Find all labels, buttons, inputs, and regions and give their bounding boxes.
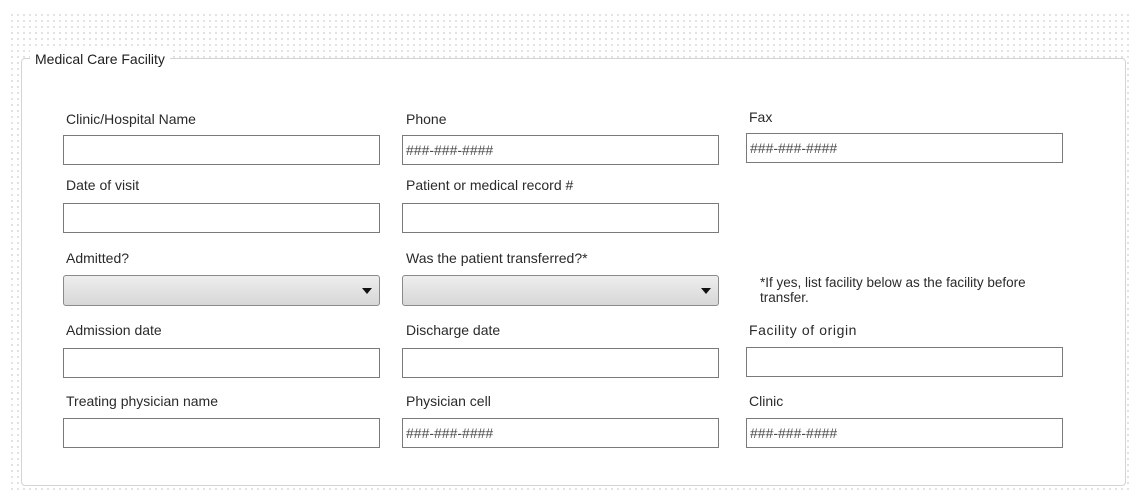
fax-label: Fax <box>749 109 773 125</box>
date-of-visit-label: Date of visit <box>66 177 140 193</box>
transferred-select[interactable] <box>402 275 719 306</box>
facility-of-origin-input[interactable] <box>746 347 1063 377</box>
admitted-select[interactable] <box>63 275 380 306</box>
admitted-label: Admitted? <box>66 250 130 266</box>
clinic-hospital-name-input[interactable] <box>63 135 380 165</box>
phone-label: Phone <box>406 111 447 127</box>
transferred-label: Was the patient transferred?* <box>406 250 588 266</box>
clinic-label: Clinic <box>749 393 784 409</box>
physician-cell-input[interactable]: ###-###-#### <box>402 418 719 448</box>
treating-physician-label: Treating physician name <box>66 393 219 409</box>
group-title: Medical Care Facility <box>30 50 170 68</box>
discharge-date-input[interactable] <box>402 348 719 378</box>
discharge-date-label: Discharge date <box>406 322 501 338</box>
patient-record-label: Patient or medical record # <box>406 177 574 193</box>
clinic-hospital-name-label: Clinic/Hospital Name <box>66 111 196 127</box>
transfer-note: *If yes, list facility below as the faci… <box>760 275 1026 305</box>
date-of-visit-input[interactable] <box>63 203 380 233</box>
patient-record-input[interactable] <box>402 203 719 233</box>
admission-date-label: Admission date <box>66 322 162 338</box>
chevron-down-icon <box>362 288 372 294</box>
facility-of-origin-label: Facility of origin <box>749 322 858 338</box>
physician-cell-label: Physician cell <box>406 393 491 409</box>
fax-input[interactable]: ###-###-#### <box>746 133 1063 163</box>
chevron-down-icon <box>701 288 711 294</box>
phone-input[interactable]: ###-###-#### <box>402 135 719 165</box>
admission-date-input[interactable] <box>63 348 380 378</box>
clinic-input[interactable]: ###-###-#### <box>746 418 1063 448</box>
treating-physician-input[interactable] <box>63 418 380 448</box>
